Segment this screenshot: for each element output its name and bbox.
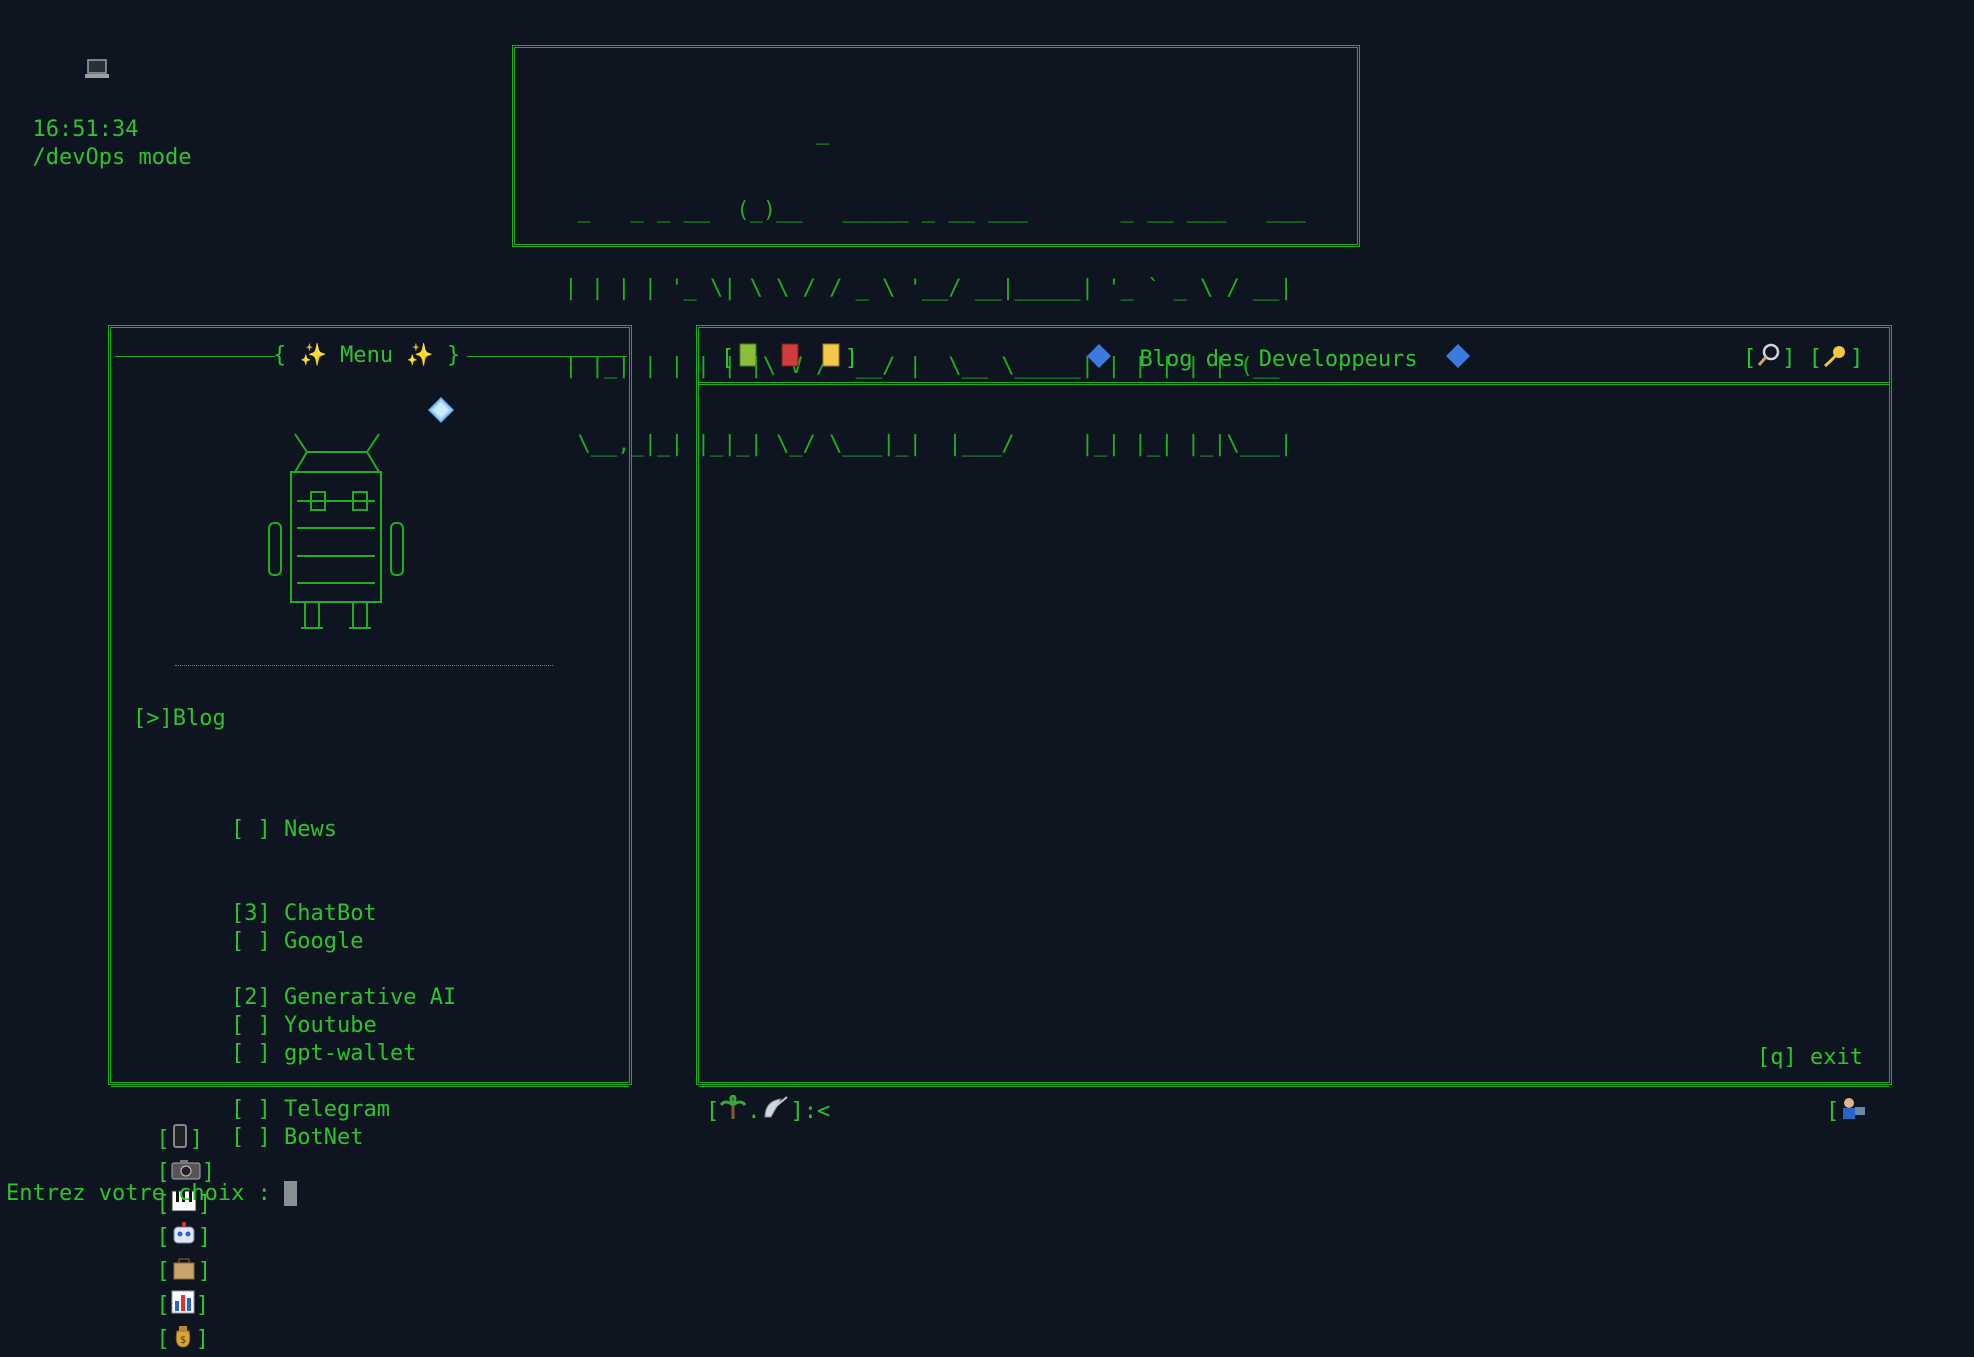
money-bag-icon: $ [170, 1323, 196, 1357]
robot-icon [170, 1221, 198, 1255]
comet-icon[interactable] [1822, 342, 1850, 376]
phone-button[interactable]: [] [157, 1124, 203, 1152]
blue-diamond-icon [1444, 342, 1472, 378]
menu-item-news[interactable]: [ ] News [231, 816, 456, 844]
shopping-bag-icon [170, 1255, 198, 1289]
chart-button[interactable]: [] [157, 1290, 209, 1318]
sparkles-icon: ✨ [406, 343, 434, 368]
robot-button[interactable]: [] [157, 1222, 211, 1250]
exit-hint[interactable]: [q] exit [1757, 1044, 1863, 1072]
blog-footer-prompt: [.]:< [706, 1094, 830, 1129]
menu-group-tools: [ ] gpt-wallet [ ] BotNet [231, 984, 416, 1208]
palm-tree-icon [719, 1094, 747, 1129]
phone-icon [170, 1123, 190, 1157]
menu-item-gpt-wallet[interactable]: [ ] gpt-wallet [231, 1040, 416, 1068]
blog-title: Blog des Developpeurs [1085, 342, 1472, 378]
menu-panel: { ✨ Menu ✨ } [>]Blog [ ] News [3] ChatBo… [108, 325, 632, 1150]
blog-panel: [ ] Blog des Developpeurs [] [] [q] exit [696, 325, 1892, 1087]
prompt-label: Entrez votre choix : [6, 1181, 285, 1206]
satellite-icon [761, 1095, 791, 1129]
sparkles-icon: ✨ [299, 343, 327, 368]
input-prompt: Entrez votre choix : [6, 1180, 298, 1208]
menu-item-botnet[interactable]: [ ] BotNet [231, 1124, 416, 1152]
bar-chart-icon [170, 1289, 196, 1323]
menu-footer-toolbar: [] [] [] [] [] [] [$] [130, 1095, 215, 1357]
shopping-bag-button[interactable]: [] [157, 1258, 211, 1284]
menu-title: { ✨ Menu ✨ } [273, 343, 461, 368]
magnifier-icon[interactable] [1756, 342, 1782, 376]
blog-header-right-icons: [] [] [1743, 342, 1863, 376]
money-button[interactable]: [$] [157, 1326, 209, 1352]
blue-diamond-icon [1085, 342, 1113, 378]
laptop-icon [33, 30, 110, 116]
menu-item-google[interactable]: [ ] Google [231, 928, 390, 956]
blog-header-left-icons: [ ] [721, 342, 858, 376]
svg-text:$: $ [180, 1335, 186, 1346]
mode-label: /devOps mode [32, 145, 192, 170]
banner-box: _ _ _ _ __ (_)__ _____ _ __ ___ _ __ ___… [512, 45, 1360, 457]
red-book-icon[interactable] [776, 342, 804, 376]
green-book-icon[interactable] [734, 342, 762, 376]
top-status-bar: 16:51:34 /devOps mode [6, 2, 191, 172]
text-cursor[interactable] [284, 1181, 298, 1206]
android-robot-icon [268, 433, 404, 629]
menu-current-section[interactable]: [>]Blog [133, 705, 226, 733]
gem-icon [427, 396, 455, 430]
notebook-icon[interactable] [817, 342, 845, 376]
user-button[interactable]: [ [1826, 1095, 1867, 1129]
user-computer-icon [1839, 1095, 1867, 1129]
clock-time: 16:51:34 [32, 117, 139, 142]
